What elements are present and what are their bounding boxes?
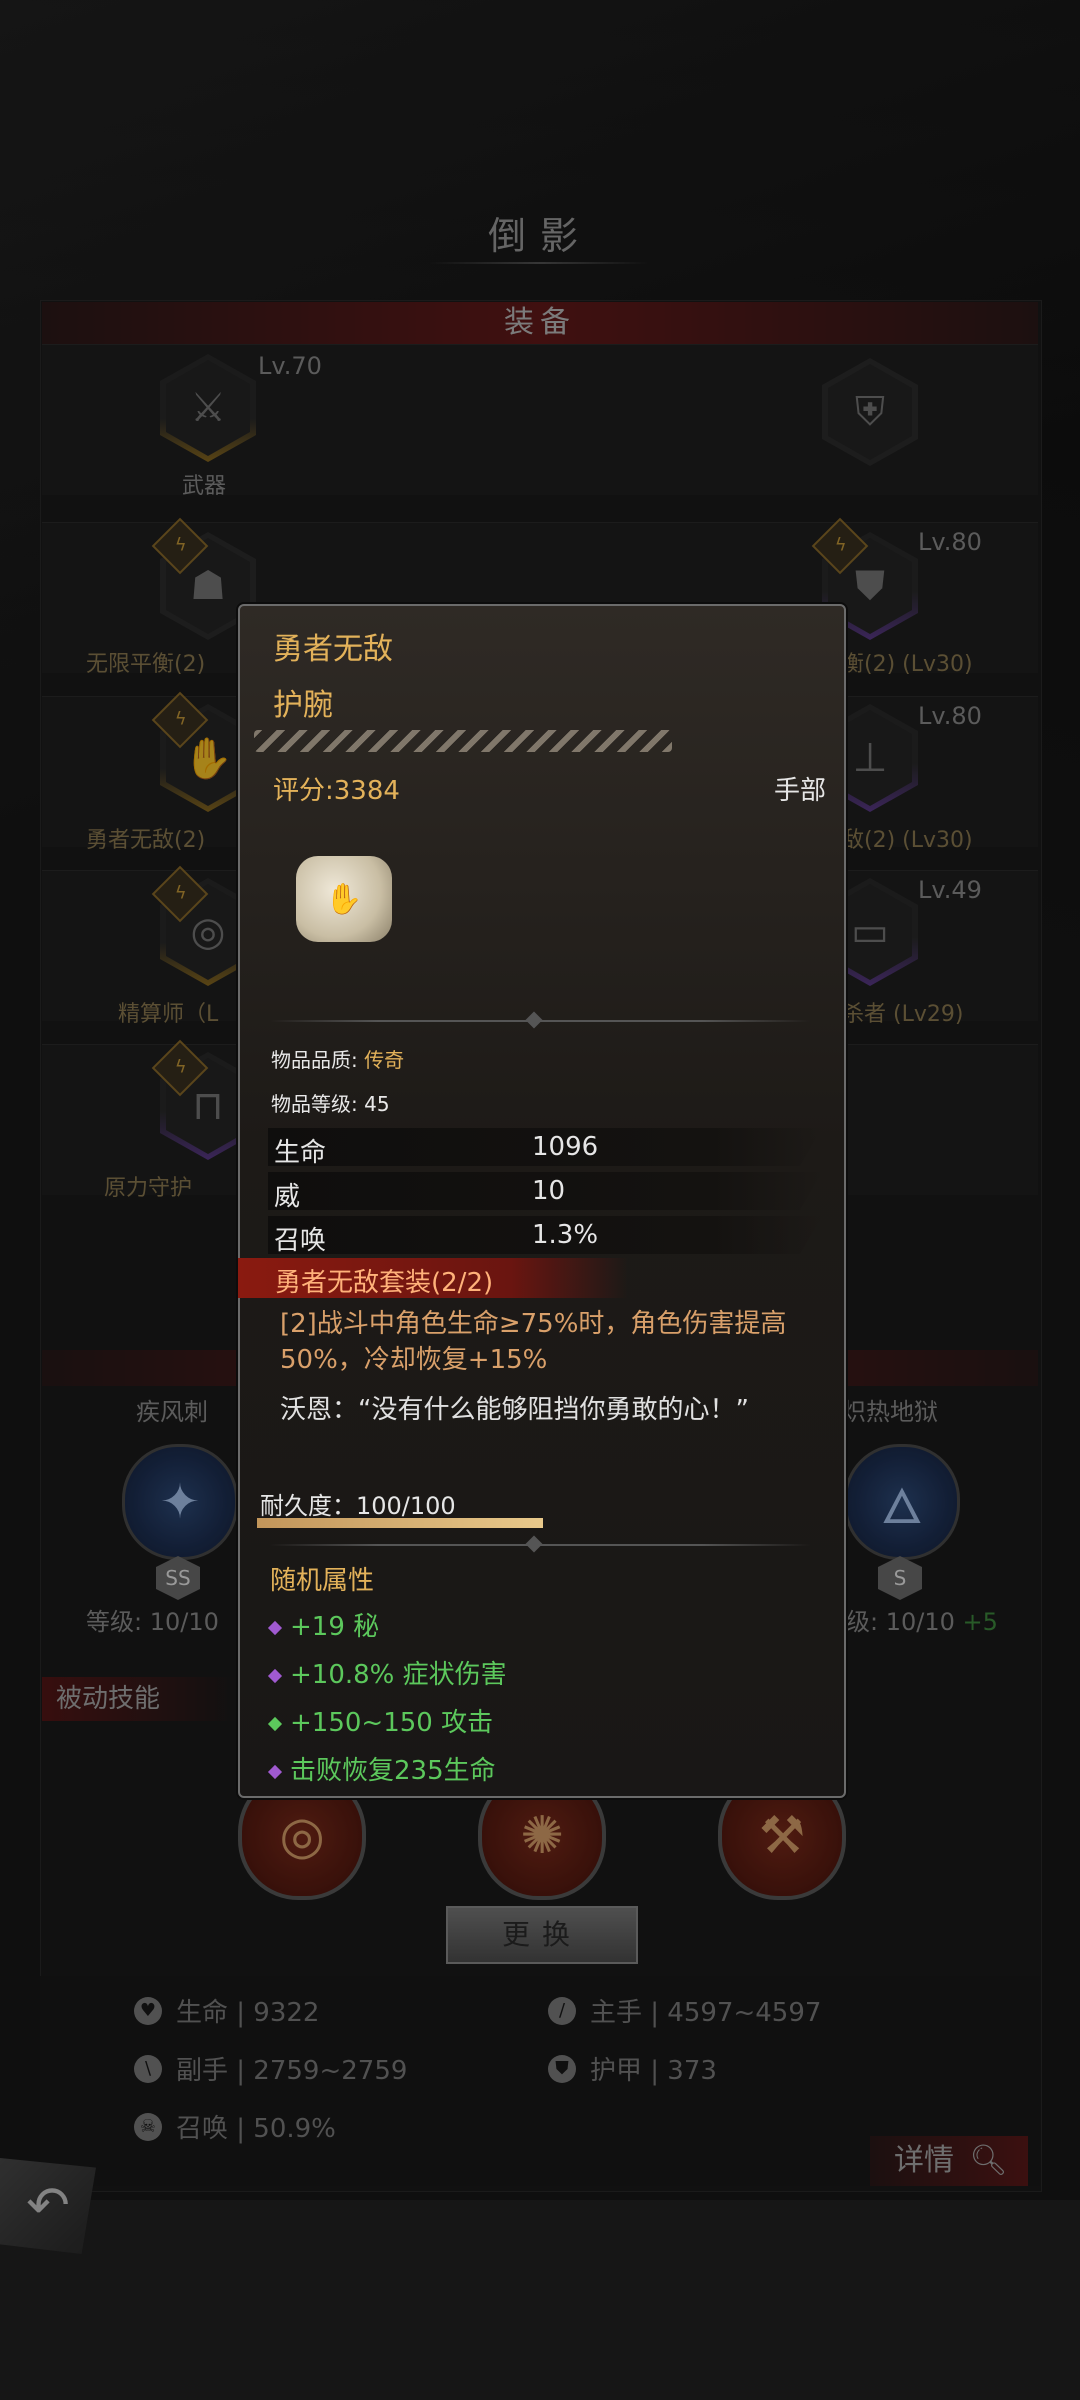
- random-attr: +150~150 攻击: [267, 1702, 494, 1739]
- durability-fill: [257, 1518, 543, 1528]
- base-stat-row: 召唤 1.3%: [268, 1216, 822, 1254]
- random-attr-text: 击败恢复235生命: [290, 1756, 496, 1786]
- set-effect: [2]战斗中角色生命≥75%时，角色伤害提高 50%，冷却恢复+15%: [280, 1309, 787, 1375]
- base-stat-label: 召唤: [274, 1226, 327, 1256]
- random-attr-title: 随机属性: [270, 1566, 375, 1596]
- item-name: 勇者无敌: [273, 632, 393, 667]
- item-score: 评分:3384: [273, 776, 400, 806]
- divider-ornament: [525, 1011, 543, 1029]
- item-quality: 物品品质: 传奇: [271, 1044, 404, 1073]
- base-stat-label: 生命: [274, 1138, 327, 1168]
- quality-value: 传奇: [364, 1048, 405, 1072]
- item-level: 物品等级: 45: [271, 1092, 390, 1116]
- random-attr: 击败恢复235生命: [267, 1750, 496, 1787]
- quality-label: 物品品质:: [271, 1048, 365, 1072]
- set-title: 勇者无敌套装(2/2): [275, 1268, 494, 1298]
- purple-gem-icon: [267, 1620, 283, 1635]
- item-tooltip: 勇者无敌 护腕 评分:3384 手部 ✋ 物品品质: 传奇 物品等级: 45 生…: [238, 604, 846, 1798]
- base-stat-row: 威 10: [268, 1172, 822, 1210]
- durability-label: 耐久度：100/100: [260, 1492, 456, 1520]
- random-attr-text: +10.8% 症状伤害: [290, 1660, 507, 1690]
- base-stat-value: 1096: [532, 1132, 599, 1162]
- purple-gem-icon: [267, 1764, 283, 1779]
- item-slot: 手部: [773, 776, 826, 806]
- base-stat-value: 1.3%: [532, 1220, 599, 1250]
- base-stat-value: 10: [532, 1176, 566, 1206]
- random-attr: +10.8% 症状伤害: [267, 1654, 507, 1691]
- random-attr: +19 秘: [267, 1606, 380, 1643]
- hatch-divider: [254, 730, 672, 752]
- flavor-quote: 沃恩：“没有什么能够阻挡你勇敢的心！”: [280, 1395, 749, 1425]
- random-attr-text: +19 秘: [290, 1612, 380, 1642]
- divider-ornament: [525, 1535, 543, 1553]
- base-stat-label: 威: [274, 1182, 301, 1212]
- bracer-icon: ✋: [296, 856, 392, 942]
- base-stat-row: 生命 1096: [268, 1128, 822, 1166]
- durability-bar: [257, 1518, 543, 1528]
- purple-gem-icon: [267, 1668, 283, 1683]
- green-gem-icon: [267, 1716, 283, 1731]
- random-attr-text: +150~150 攻击: [290, 1708, 494, 1738]
- item-type: 护腕: [273, 688, 333, 723]
